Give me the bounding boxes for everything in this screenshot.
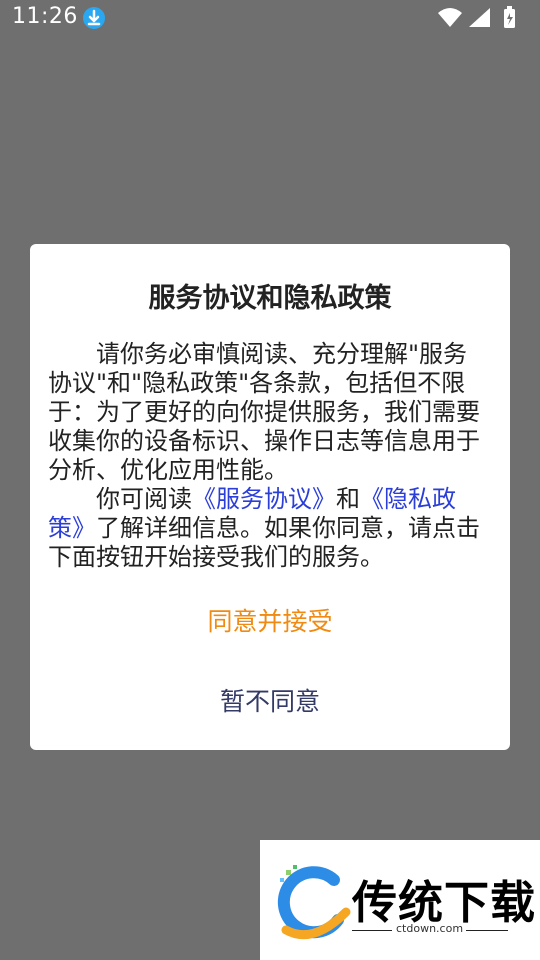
service-agreement-link[interactable]: 《服务协议》 [192,485,336,513]
disagree-button[interactable]: 暂不同意 [30,682,510,718]
brand-logo-icon [277,865,351,940]
status-time: 11:26 [12,4,78,29]
status-indicators [438,6,530,30]
watermark-line-left [352,930,392,931]
agree-button[interactable]: 同意并接受 [30,602,510,638]
wifi-icon [438,8,462,27]
download-icon [83,7,105,29]
dialog-body: 请你务必审慎阅读、充分理解"服务协议"和"隐私政策"各条款，包括但不限于：为了更… [48,340,488,572]
and-text: 和 [336,485,360,513]
dialog-title: 服务协议和隐私政策 [148,283,392,314]
dialog-paragraph-2: 你可阅读《服务协议》和《隐私政策》了解详细信息。如果你同意，请点击下面按钮开始接… [48,485,488,572]
dialog-paragraph-1: 请你务必审慎阅读、充分理解"服务协议"和"隐私政策"各条款，包括但不限于：为了更… [48,340,480,484]
signal-icon [469,8,490,27]
status-bar: 11:26 [0,0,540,36]
paragraph-2-suffix: 了解详细信息。如果你同意，请点击下面按钮开始接受我们的服务。 [48,514,480,571]
paragraph-2-prefix: 你可阅读 [96,485,192,513]
battery-icon [504,6,515,28]
watermark-domain: ctdown.com [396,922,464,935]
watermark-line-right [466,930,508,931]
